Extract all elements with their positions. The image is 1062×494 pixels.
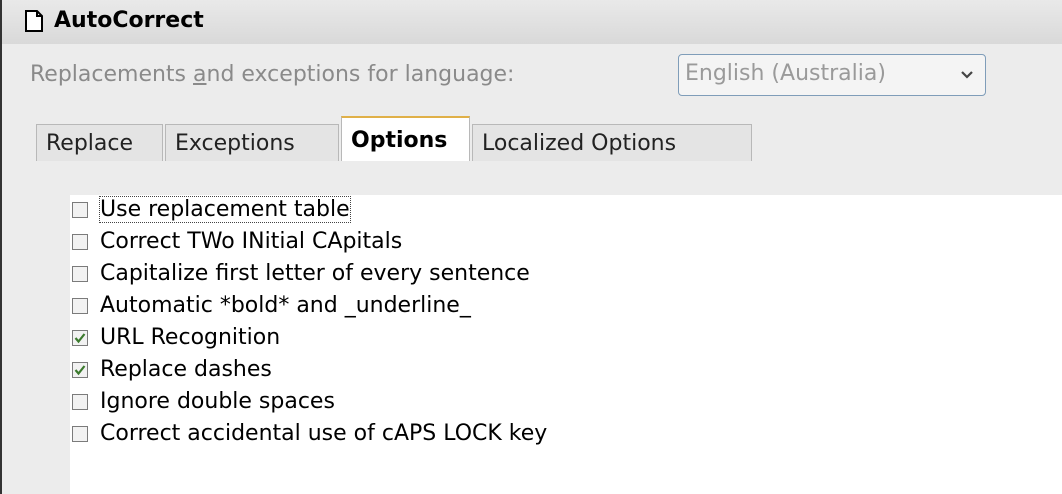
- checkmark-icon: [74, 333, 86, 344]
- option-label: Replace dashes: [100, 357, 272, 382]
- language-row: Replacements and exceptions for language…: [2, 44, 1062, 114]
- option-checkbox[interactable]: [72, 426, 88, 442]
- tab-bar: Replace Exceptions Options Localized Opt…: [2, 114, 1062, 163]
- option-checkbox[interactable]: [72, 266, 88, 282]
- option-checkbox[interactable]: [72, 234, 88, 250]
- language-select[interactable]: English (Australia): [678, 54, 986, 96]
- title-bar[interactable]: AutoCorrect: [2, 0, 1062, 45]
- option-checkbox[interactable]: [72, 298, 88, 314]
- language-label: Replacements and exceptions for language…: [30, 62, 515, 87]
- option-label: Correct TWo INitial CApitals: [100, 229, 403, 254]
- option-checkbox[interactable]: [72, 330, 88, 346]
- option-checkbox[interactable]: [72, 362, 88, 378]
- option-label: Capitalize first letter of every sentenc…: [100, 261, 530, 286]
- tab-options[interactable]: Options: [341, 116, 470, 163]
- tab-localized-options[interactable]: Localized Options: [472, 124, 752, 162]
- option-label: Ignore double spaces: [100, 389, 335, 414]
- dialog-title: AutoCorrect: [54, 8, 204, 33]
- option-label: Automatic *bold* and _underline_: [100, 293, 471, 318]
- language-select-value: English (Australia): [685, 61, 886, 86]
- chevron-down-icon: [961, 71, 973, 79]
- tab-exceptions[interactable]: Exceptions: [165, 124, 339, 162]
- options-panel: Use replacement table Correct TWo INitial…: [2, 161, 1062, 494]
- option-checkbox[interactable]: [72, 394, 88, 410]
- document-icon: [25, 10, 43, 32]
- tab-replace[interactable]: Replace: [36, 124, 163, 162]
- autocorrect-dialog: AutoCorrect Replacements and exceptions …: [0, 0, 1062, 494]
- option-label: Use replacement table: [99, 196, 351, 223]
- checkmark-icon: [74, 365, 86, 376]
- option-label: Correct accidental use of cAPS LOCK key: [100, 421, 548, 446]
- option-label: URL Recognition: [100, 325, 281, 350]
- option-checkbox[interactable]: [72, 202, 88, 218]
